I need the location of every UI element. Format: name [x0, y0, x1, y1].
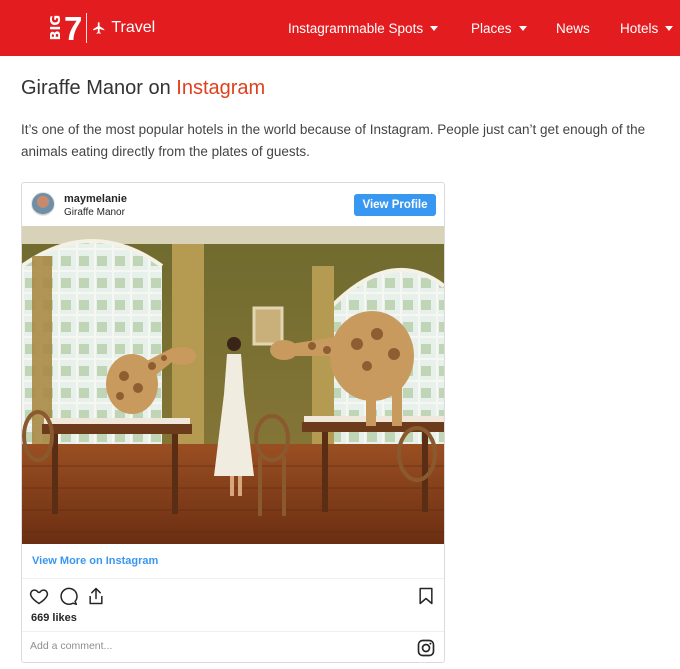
caret-down-icon [665, 26, 674, 31]
nav-item-hotels[interactable]: Hotels [620, 19, 674, 37]
heading-accent: Instagram [176, 77, 266, 99]
heart-icon[interactable] [29, 586, 49, 606]
article-heading: Giraffe Manor on Instagram [21, 77, 265, 100]
comment-input[interactable] [30, 640, 400, 652]
caret-down-icon [518, 26, 527, 31]
nav-item-label: Hotels [620, 20, 659, 36]
plane-icon [93, 22, 105, 34]
logo-travel-text: Travel [111, 19, 156, 36]
site-logo[interactable]: BIG 7 Travel [49, 9, 156, 47]
likes-count[interactable]: 669 likes [31, 612, 77, 624]
caret-down-icon [430, 26, 439, 31]
instagram-post-header: maymelanie Giraffe Manor View Profile [22, 183, 444, 227]
nav-item-places[interactable]: Places [471, 19, 527, 37]
article-paragraph: It’s one of the most popular hotels in t… [21, 122, 646, 159]
avatar[interactable] [31, 192, 55, 216]
nav-item-label: Places [471, 20, 512, 36]
bookmark-icon[interactable] [416, 586, 436, 606]
logo-number: 7 [64, 9, 83, 47]
heading-text: Giraffe Manor on [21, 77, 177, 99]
divider [22, 578, 444, 579]
logo-big-text: BIG [49, 15, 64, 41]
instagram-logo-icon[interactable] [416, 638, 436, 658]
view-more-on-instagram-link[interactable]: View More on Instagram [32, 555, 158, 567]
view-profile-button[interactable]: View Profile [354, 194, 436, 216]
comment-icon[interactable] [58, 586, 78, 606]
instagram-post-photo[interactable] [22, 226, 444, 544]
nav-item-label: News [556, 20, 590, 36]
instagram-username[interactable]: maymelanie [64, 193, 127, 205]
nav-item-instagrammable-spots[interactable]: Instagrammable Spots [288, 19, 439, 37]
divider [22, 631, 444, 632]
instagram-embed: maymelanie Giraffe Manor View Profile Vi… [21, 182, 445, 663]
site-header: BIG 7 Travel Instagrammable Spots Places… [0, 0, 680, 56]
logo-divider [86, 13, 88, 43]
giraffe-manor-photo [22, 226, 444, 544]
nav-item-news[interactable]: News [556, 19, 590, 37]
nav-item-label: Instagrammable Spots [288, 20, 424, 36]
instagram-location[interactable]: Giraffe Manor [64, 207, 125, 218]
share-icon[interactable] [86, 586, 106, 606]
